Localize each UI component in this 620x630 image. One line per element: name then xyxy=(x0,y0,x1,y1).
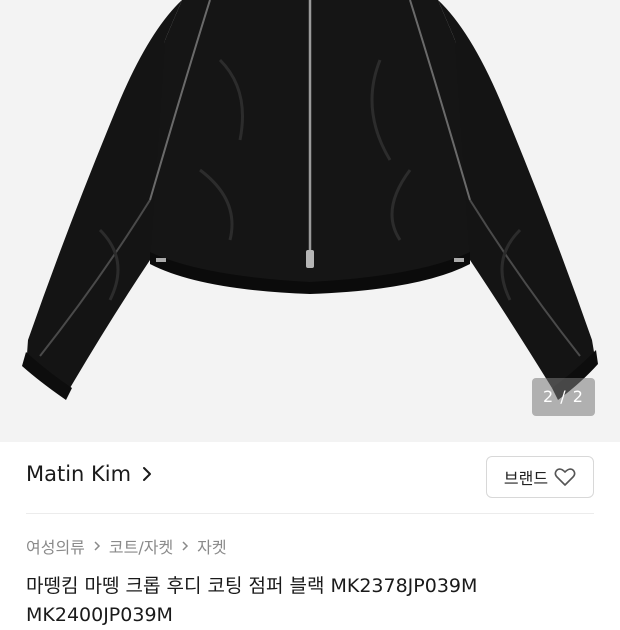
breadcrumb-item[interactable]: 자켓 xyxy=(197,534,226,558)
breadcrumb-item[interactable]: 코트/자켓 xyxy=(109,534,173,558)
product-title: 마뗑킴 마뗑 크롭 후디 코팅 점퍼 블랙 MK2378JP039M MK240… xyxy=(26,575,478,626)
chevron-right-icon xyxy=(182,541,189,551)
jacket-photo xyxy=(22,0,598,400)
breadcrumb-item[interactable]: 여성의류 xyxy=(26,534,85,558)
product-image[interactable]: 2 / 2 xyxy=(0,0,620,420)
breadcrumb: 여성의류 코트/자켓 자켓 xyxy=(26,534,227,558)
image-counter: 2 / 2 xyxy=(532,378,595,416)
brand-name-text: Matin Kim xyxy=(26,462,132,486)
brand-link[interactable]: Matin Kim xyxy=(26,462,153,486)
brand-button-label: 브랜드 xyxy=(503,469,549,488)
brand-follow-button[interactable]: 브랜드 xyxy=(486,456,594,498)
chevron-right-icon xyxy=(94,541,100,551)
chevron-right-icon xyxy=(143,467,152,481)
section-gap xyxy=(0,420,620,442)
heart-icon xyxy=(554,468,576,486)
brand-row: Matin Kim 브랜드 xyxy=(0,442,620,512)
divider xyxy=(26,513,594,514)
